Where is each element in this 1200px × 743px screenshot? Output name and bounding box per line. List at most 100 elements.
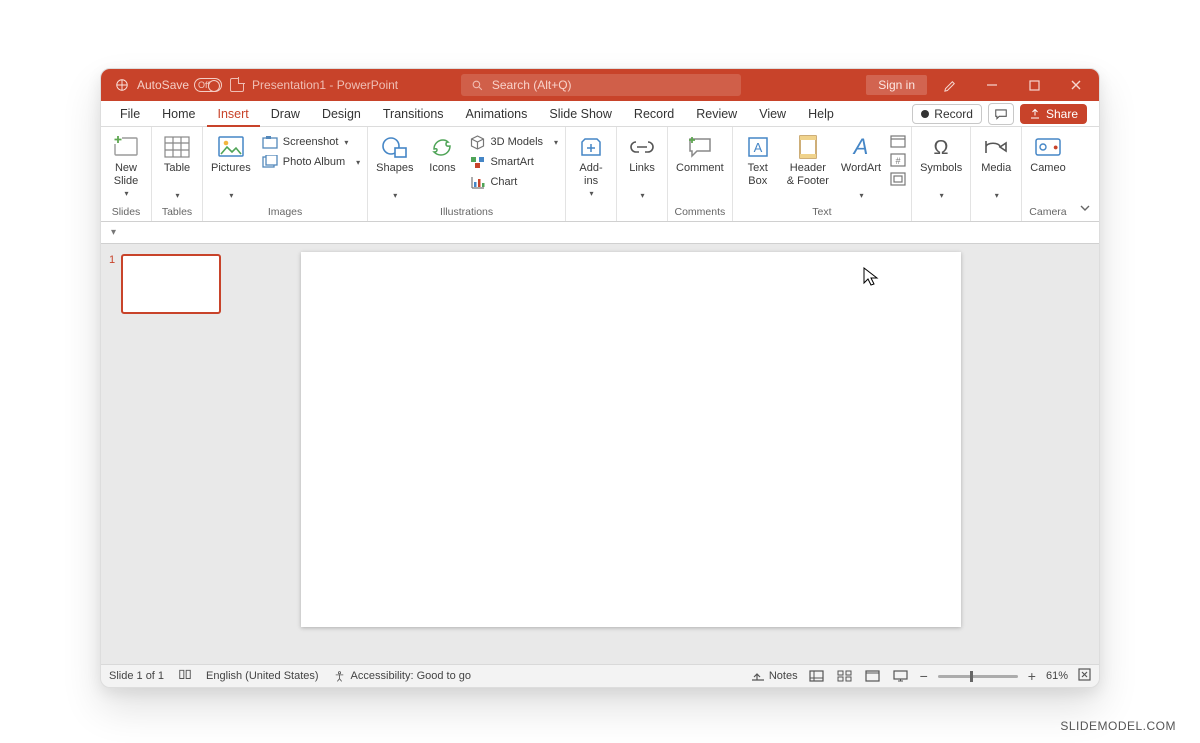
- zoom-level[interactable]: 61%: [1046, 670, 1068, 682]
- svg-text:A: A: [852, 135, 869, 159]
- cameo-button[interactable]: ● Cameo: [1024, 130, 1071, 175]
- accessibility-button[interactable]: Accessibility: Good to go: [333, 670, 471, 683]
- pictures-icon: [217, 135, 245, 159]
- symbols-button[interactable]: Ω Symbols▾: [914, 130, 968, 200]
- slide-canvas[interactable]: [301, 252, 961, 627]
- pictures-button[interactable]: Pictures▾: [205, 130, 257, 200]
- slideshow-view-button[interactable]: [892, 669, 910, 683]
- accessibility-label: Accessibility: Good to go: [351, 670, 471, 682]
- tab-home[interactable]: Home: [151, 101, 206, 127]
- slide-number-icon: #: [890, 153, 906, 167]
- icons-icon: [430, 135, 454, 159]
- screenshot-button[interactable]: Screenshot▾: [257, 132, 365, 152]
- title-bar-left: AutoSave Off Presentation1 - PowerPoint: [105, 78, 398, 92]
- chart-label: Chart: [490, 176, 517, 188]
- addins-button[interactable]: Add- ins▾: [568, 130, 614, 198]
- tab-help[interactable]: Help: [797, 101, 845, 127]
- save-icon[interactable]: [230, 78, 244, 92]
- textbox-button[interactable]: A Text Box: [735, 130, 781, 187]
- group-symbols-label: [940, 206, 943, 220]
- group-text-label: Text: [812, 206, 831, 220]
- spellcheck-button[interactable]: [178, 668, 192, 685]
- new-slide-button[interactable]: New Slide▾: [103, 130, 149, 198]
- comments-pane-button[interactable]: [988, 103, 1014, 125]
- notes-button[interactable]: Notes: [751, 670, 798, 682]
- zoom-slider[interactable]: [938, 675, 1018, 678]
- tab-transitions[interactable]: Transitions: [372, 101, 455, 127]
- close-button[interactable]: [1057, 69, 1095, 101]
- slide-counter[interactable]: Slide 1 of 1: [109, 670, 164, 682]
- 3d-models-icon: [470, 135, 485, 150]
- normal-view-icon: [809, 670, 824, 682]
- search-input[interactable]: Search (Alt+Q): [461, 74, 741, 96]
- shapes-icon: [381, 135, 409, 159]
- qat-dropdown[interactable]: ▾: [111, 227, 116, 238]
- normal-view-button[interactable]: [808, 669, 826, 683]
- chart-button[interactable]: Chart: [465, 172, 563, 192]
- tab-slideshow[interactable]: Slide Show: [538, 101, 623, 127]
- object-button[interactable]: [889, 171, 907, 187]
- smartart-icon: [470, 156, 485, 169]
- chevron-down-icon: ▾: [356, 158, 360, 167]
- record-button[interactable]: Record: [912, 104, 982, 124]
- minimize-button[interactable]: [973, 69, 1011, 101]
- group-images-label: Images: [268, 206, 302, 220]
- smartart-button[interactable]: SmartArt: [465, 152, 563, 172]
- media-label: Media: [981, 162, 1011, 175]
- textbox-label: Text Box: [748, 162, 768, 187]
- media-button[interactable]: Media▾: [973, 130, 1019, 200]
- ribbon: New Slide▾ Slides Table▾ Tables Pictures…: [101, 127, 1099, 222]
- table-button[interactable]: Table▾: [154, 130, 200, 200]
- 3d-models-button[interactable]: 3D Models▾: [465, 132, 563, 152]
- tab-insert[interactable]: Insert: [207, 101, 260, 127]
- tab-review[interactable]: Review: [685, 101, 748, 127]
- notes-label: Notes: [769, 670, 798, 682]
- accessibility-icon: [333, 670, 346, 683]
- comment-button[interactable]: Comment: [670, 130, 730, 175]
- search-placeholder: Search (Alt+Q): [492, 78, 572, 92]
- share-button[interactable]: Share: [1020, 104, 1087, 124]
- thumbnail-pane[interactable]: 1: [101, 244, 231, 664]
- tab-animations[interactable]: Animations: [455, 101, 539, 127]
- group-addins: Add- ins▾: [566, 127, 617, 221]
- minimize-icon: [986, 79, 998, 91]
- header-footer-button[interactable]: Header & Footer: [781, 130, 835, 187]
- links-button[interactable]: Links▾: [619, 130, 665, 200]
- tab-view[interactable]: View: [748, 101, 797, 127]
- signin-button[interactable]: Sign in: [866, 75, 927, 95]
- tabs-right: Record Share: [912, 103, 1091, 125]
- photo-album-button[interactable]: Photo Album▾: [257, 152, 365, 172]
- wordart-label: WordArt: [841, 162, 881, 175]
- autosave-toggle[interactable]: AutoSave Off: [137, 78, 222, 92]
- record-label: Record: [934, 107, 973, 121]
- sorter-view-button[interactable]: [836, 669, 854, 683]
- tab-draw[interactable]: Draw: [260, 101, 311, 127]
- collapse-ribbon-button[interactable]: [1079, 202, 1091, 217]
- slide-thumbnail-1[interactable]: [121, 254, 221, 314]
- chevron-down-icon: ▾: [859, 191, 863, 200]
- new-slide-icon: [112, 135, 140, 159]
- maximize-button[interactable]: [1015, 69, 1053, 101]
- autosave-state: Off: [198, 80, 210, 90]
- zoom-out-button[interactable]: −: [920, 668, 928, 684]
- tab-file[interactable]: File: [109, 101, 151, 127]
- ribbon-tabs: File Home Insert Draw Design Transitions…: [101, 101, 1099, 127]
- tab-record[interactable]: Record: [623, 101, 685, 127]
- chevron-down-icon: ▾: [393, 191, 397, 200]
- shapes-label: Shapes: [376, 162, 413, 175]
- zoom-in-button[interactable]: +: [1028, 668, 1036, 684]
- date-time-button[interactable]: [889, 133, 907, 149]
- icons-button[interactable]: Icons: [419, 130, 465, 175]
- quick-access-row: ▾: [101, 222, 1099, 244]
- wordart-button[interactable]: A WordArt ▾: [835, 130, 887, 200]
- slide-number-button[interactable]: #: [889, 152, 907, 168]
- tab-design[interactable]: Design: [311, 101, 372, 127]
- language-button[interactable]: English (United States): [206, 670, 319, 682]
- canvas-area[interactable]: [231, 244, 1099, 664]
- sorter-view-icon: [837, 670, 852, 682]
- fit-to-window-button[interactable]: [1078, 668, 1091, 684]
- share-label: Share: [1046, 107, 1078, 121]
- pen-mode-button[interactable]: [931, 69, 969, 101]
- reading-view-button[interactable]: [864, 669, 882, 683]
- shapes-button[interactable]: Shapes ▾: [370, 130, 419, 200]
